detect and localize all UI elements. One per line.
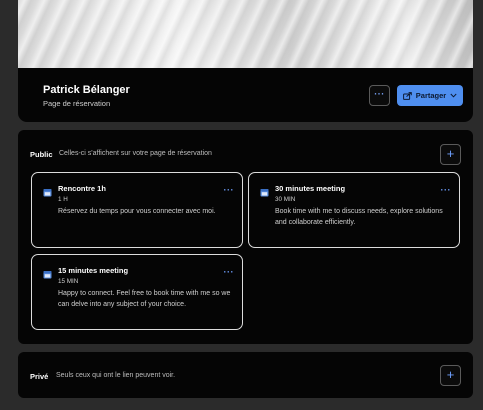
private-section: Privé Seuls ceux qui ont le lien peuvent… [18,352,473,398]
meeting-title: 15 minutes meeting [58,266,129,275]
meeting-duration: 30 MIN [275,196,296,203]
public-section: Public Celles-ci s'affichent sur votre p… [18,130,473,344]
more-icon: ··· [374,89,385,99]
profile-card: Patrick Bélanger Page de réservation ···… [18,0,473,122]
meeting-duration: 1 H [58,196,68,203]
public-title: Public [30,150,53,159]
meeting-card[interactable]: 15 minutes meeting 15 MIN Happy to conne… [31,254,243,330]
private-title: Privé [30,372,49,381]
add-private-button[interactable]: + [440,365,461,386]
add-public-button[interactable]: + [440,144,461,165]
meeting-more-button[interactable]: ··· [224,185,235,195]
profile-name: Patrick Bélanger [43,84,130,96]
chevron-down-icon [450,93,457,98]
private-description: Seuls ceux qui ont le lien peuvent voir. [56,372,176,379]
meeting-description: Happy to connect. Feel free to book time… [58,290,231,308]
meeting-description: Réservez du temps pour vous connecter av… [58,208,216,215]
meeting-card[interactable]: 30 minutes meeting 30 MIN Book time with… [248,172,460,248]
share-icon [402,91,412,100]
public-description: Celles-ci s'affichent sur votre page de … [59,150,212,157]
calendar-icon [43,184,52,202]
calendar-icon [43,266,52,284]
meeting-more-button[interactable]: ··· [441,185,452,195]
plus-icon: + [446,367,455,382]
profile-banner [18,0,473,68]
plus-icon: + [446,146,455,161]
share-button-label: Partager [415,91,447,100]
meeting-title: 30 minutes meeting [275,184,346,193]
meeting-card[interactable]: Rencontre 1h 1 H Réservez du temps pour … [31,172,243,248]
meeting-description: Book time with me to discuss needs, expl… [275,208,443,226]
share-button[interactable]: Partager [397,85,463,106]
meeting-duration: 15 MIN [58,278,79,285]
profile-more-button[interactable]: ··· [369,85,390,106]
meeting-more-button[interactable]: ··· [224,267,235,277]
profile-subtitle: Page de réservation [43,99,111,108]
calendar-icon [260,184,269,202]
meeting-title: Rencontre 1h [58,184,106,193]
